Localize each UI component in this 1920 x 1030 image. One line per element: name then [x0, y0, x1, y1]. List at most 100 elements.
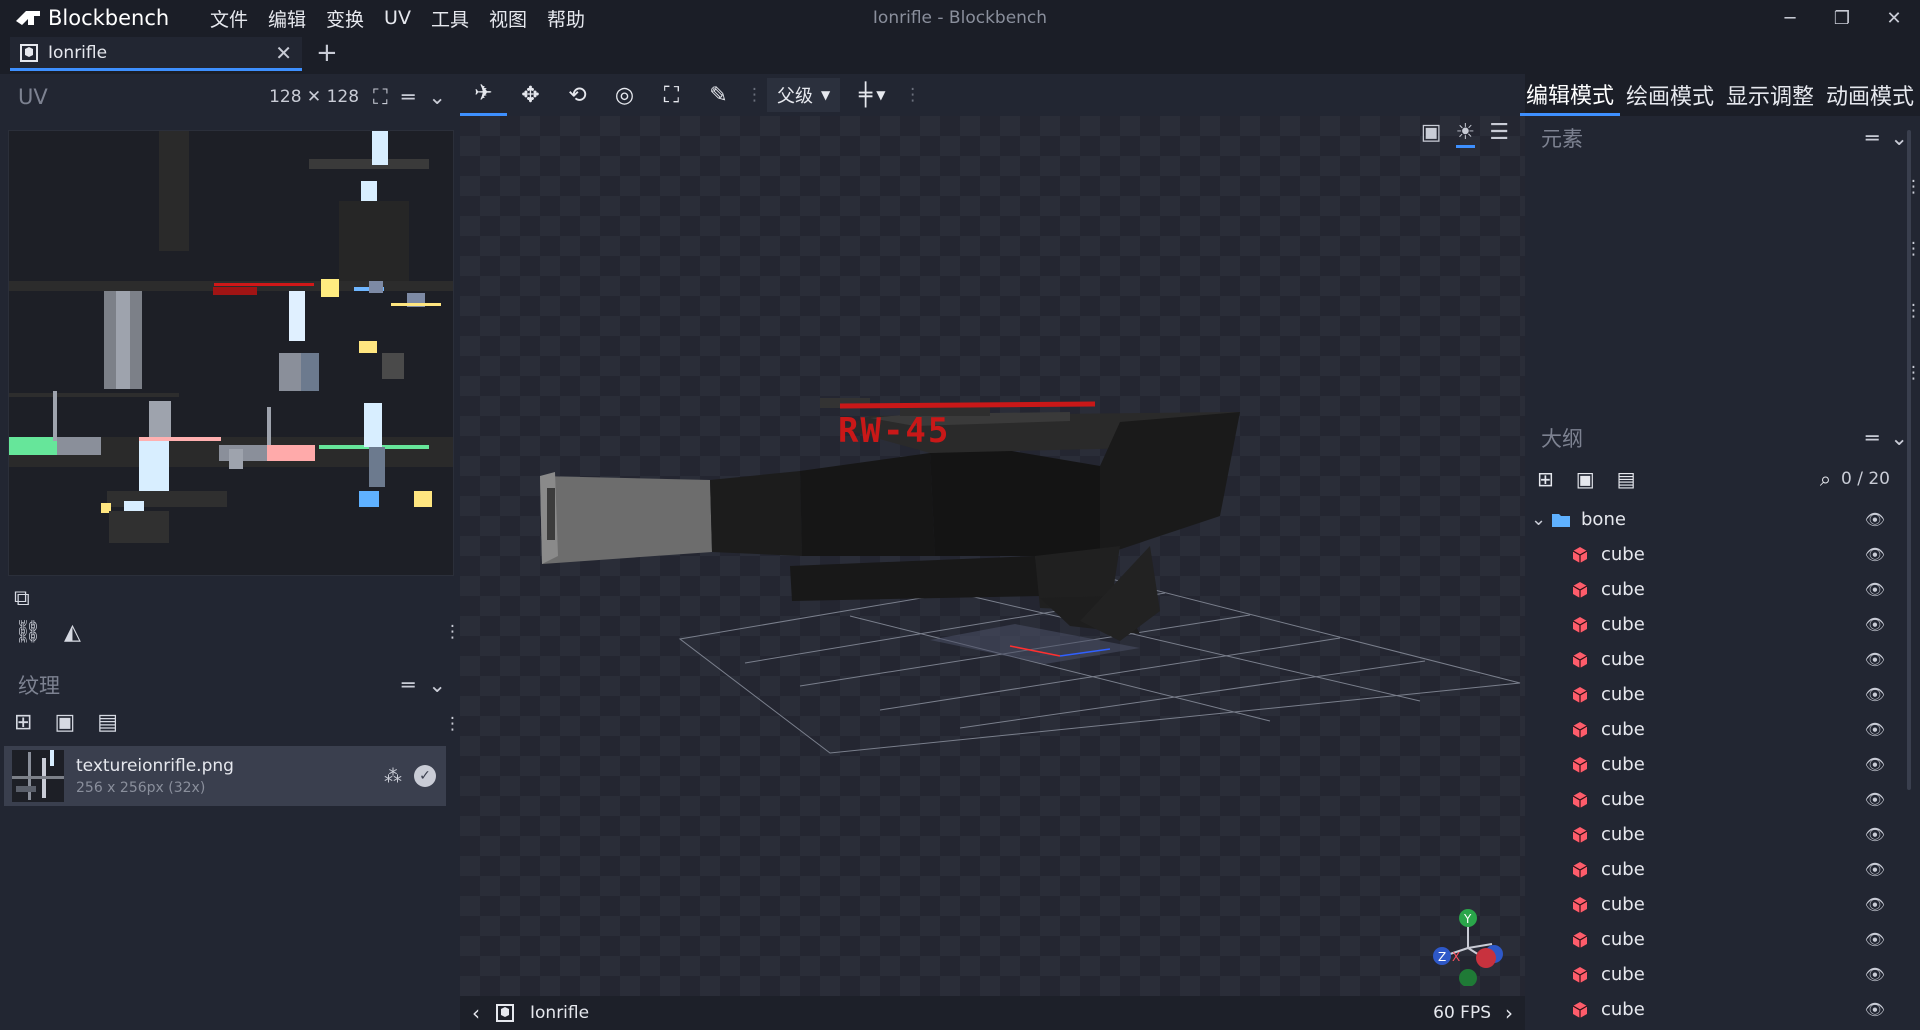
pivot-tool-icon[interactable]: ◎: [601, 74, 648, 116]
check-icon[interactable]: ✓: [414, 765, 436, 787]
menu-file[interactable]: 文件: [200, 5, 258, 32]
chevron-down-icon[interactable]: ⌄: [428, 673, 446, 697]
menu-edit[interactable]: 编辑: [258, 5, 316, 32]
3d-viewport[interactable]: RW-45 ▣ ☀ ☰ Y Z X: [460, 116, 1525, 996]
screenshot-icon[interactable]: ▣: [1421, 120, 1442, 148]
visibility-eye-icon[interactable]: 👁: [1865, 1000, 1885, 1019]
outliner-cube-item[interactable]: cube 👁: [1525, 537, 1897, 572]
cube-label: cube: [1601, 964, 1645, 985]
outliner-cube-item[interactable]: cube 👁: [1525, 957, 1897, 992]
copy-icon[interactable]: ⧉: [14, 586, 30, 611]
add-group-icon[interactable]: ▣: [1576, 467, 1595, 491]
mode-paint[interactable]: 绘画模式: [1620, 74, 1720, 116]
visibility-eye-icon[interactable]: 👁: [1865, 580, 1885, 599]
group-label: bone: [1581, 509, 1626, 530]
resize-tool-icon[interactable]: ✥: [507, 74, 554, 116]
fullscreen-icon[interactable]: ⛶: [373, 85, 388, 110]
cube-icon: [1572, 686, 1588, 703]
visibility-eye-icon[interactable]: 👁: [1865, 930, 1885, 949]
rotate-tool-icon[interactable]: ⟲: [554, 74, 601, 116]
outliner-cube-item[interactable]: cube 👁: [1525, 992, 1897, 1027]
chevron-down-icon[interactable]: ⌄: [1531, 509, 1551, 530]
outliner-cube-item[interactable]: cube 👁: [1525, 782, 1897, 817]
visibility-eye-icon[interactable]: 👁: [1865, 965, 1885, 984]
restore-button[interactable]: ❐: [1816, 0, 1868, 36]
visibility-eye-icon[interactable]: 👁: [1865, 720, 1885, 739]
visibility-eye-icon[interactable]: 👁: [1865, 650, 1885, 669]
outliner-cube-item[interactable]: cube 👁: [1525, 677, 1897, 712]
chevron-left-icon[interactable]: ‹: [472, 1001, 480, 1025]
panel-menu-icon[interactable]: ═: [1866, 426, 1879, 450]
panel-menu-icon[interactable]: ═: [1866, 126, 1879, 150]
minimize-button[interactable]: ─: [1764, 0, 1816, 36]
visibility-eye-icon[interactable]: 👁: [1865, 790, 1885, 809]
vertex-snap-icon[interactable]: ⛶: [648, 74, 695, 116]
texture-folder-icon[interactable]: ▤: [97, 710, 118, 735]
search-icon[interactable]: ⌕: [1820, 467, 1831, 491]
lighting-icon[interactable]: ☀: [1455, 120, 1476, 148]
visibility-eye-icon[interactable]: 👁: [1865, 545, 1885, 564]
cube-label: cube: [1601, 859, 1645, 880]
panel-menu-icon[interactable]: ═: [402, 673, 415, 697]
chevron-down-icon[interactable]: ⌄: [1890, 126, 1908, 150]
outliner-cube-item[interactable]: cube 👁: [1525, 607, 1897, 642]
menu-uv[interactable]: UV: [374, 7, 421, 29]
add-cube-icon[interactable]: ⊞: [1537, 467, 1554, 491]
move-tool-icon[interactable]: ✈: [460, 74, 507, 116]
axis-gizmo[interactable]: Y Z X: [1430, 906, 1510, 986]
uv-size-label[interactable]: 128 ✕ 128: [269, 87, 359, 107]
pivot-select[interactable]: 父级 ▼: [767, 78, 841, 112]
add-texture-icon[interactable]: ⊞: [14, 710, 32, 735]
particle-icon[interactable]: ⁂: [384, 766, 402, 787]
mode-animate[interactable]: 动画模式: [1820, 74, 1920, 116]
outliner-cube-item[interactable]: cube 👁: [1525, 852, 1897, 887]
visibility-eye-icon[interactable]: 👁: [1865, 860, 1885, 879]
panel-menu-icon[interactable]: ═: [402, 85, 415, 109]
visibility-eye-icon[interactable]: 👁: [1865, 685, 1885, 704]
uv-editor-canvas[interactable]: [8, 130, 454, 576]
visibility-eye-icon[interactable]: 👁: [1865, 825, 1885, 844]
chevron-right-icon[interactable]: ›: [1505, 1001, 1513, 1025]
chevron-down-icon[interactable]: ⌄: [1890, 426, 1908, 450]
menu-tools[interactable]: 工具: [421, 5, 479, 32]
mode-display[interactable]: 显示调整: [1720, 74, 1820, 116]
visibility-eye-icon[interactable]: 👁: [1865, 615, 1885, 634]
menu-help[interactable]: 帮助: [537, 5, 595, 32]
cube-label: cube: [1601, 684, 1645, 705]
menu-view[interactable]: 视图: [479, 5, 537, 32]
outliner-cube-item[interactable]: cube 👁: [1525, 712, 1897, 747]
elements-panel-title: 元素: [1541, 127, 1583, 151]
texture-item[interactable]: textureionrifle.png 256 x 256px (32x) ⁂ …: [4, 746, 446, 806]
transform-space-icon[interactable]: ╪ ▼: [840, 74, 904, 116]
tab-close-icon[interactable]: ✕: [275, 41, 292, 65]
chevron-down-icon[interactable]: ⌄: [428, 85, 446, 109]
outliner-cube-item[interactable]: cube 👁: [1525, 747, 1897, 782]
outliner-cube-item[interactable]: cube 👁: [1525, 642, 1897, 677]
mode-edit[interactable]: 编辑模式: [1519, 74, 1620, 116]
tab-ionrifle[interactable]: Ionrifle ✕: [10, 37, 302, 71]
visibility-eye-icon[interactable]: 👁: [1865, 510, 1885, 529]
outliner-group-bone[interactable]: ⌄ bone 👁: [1525, 502, 1897, 537]
menu-transform[interactable]: 变换: [316, 5, 374, 32]
mirror-icon[interactable]: ◭: [64, 620, 81, 645]
outliner-cube-item[interactable]: cube 👁: [1525, 922, 1897, 957]
close-window-button[interactable]: ✕: [1868, 0, 1920, 36]
cube-icon: [1572, 756, 1588, 773]
outliner-cube-item[interactable]: cube 👁: [1525, 887, 1897, 922]
outliner-cube-item[interactable]: cube 👁: [1525, 817, 1897, 852]
import-texture-icon[interactable]: ▣: [54, 710, 75, 735]
axis-x-label: X: [1452, 950, 1460, 964]
uv-panel-header: UV 128 ✕ 128 ⛶ ═ ⌄: [0, 74, 460, 120]
link-icon[interactable]: ⛓: [14, 620, 42, 645]
collapse-icon[interactable]: ▤: [1617, 467, 1636, 491]
brush-tool-icon[interactable]: ✎: [695, 74, 742, 116]
more-vertical-icon[interactable]: ⋮: [444, 622, 461, 642]
visibility-eye-icon[interactable]: 👁: [1865, 895, 1885, 914]
viewport-menu-icon[interactable]: ☰: [1489, 120, 1509, 148]
new-tab-icon[interactable]: +: [316, 38, 338, 68]
visibility-eye-icon[interactable]: 👁: [1865, 755, 1885, 774]
rifle-decal: RW-45: [838, 411, 950, 451]
outliner-cube-item[interactable]: cube 👁: [1525, 572, 1897, 607]
outliner-scrollbar[interactable]: [1907, 130, 1911, 790]
more-vertical-icon[interactable]: ⋮: [444, 714, 461, 734]
